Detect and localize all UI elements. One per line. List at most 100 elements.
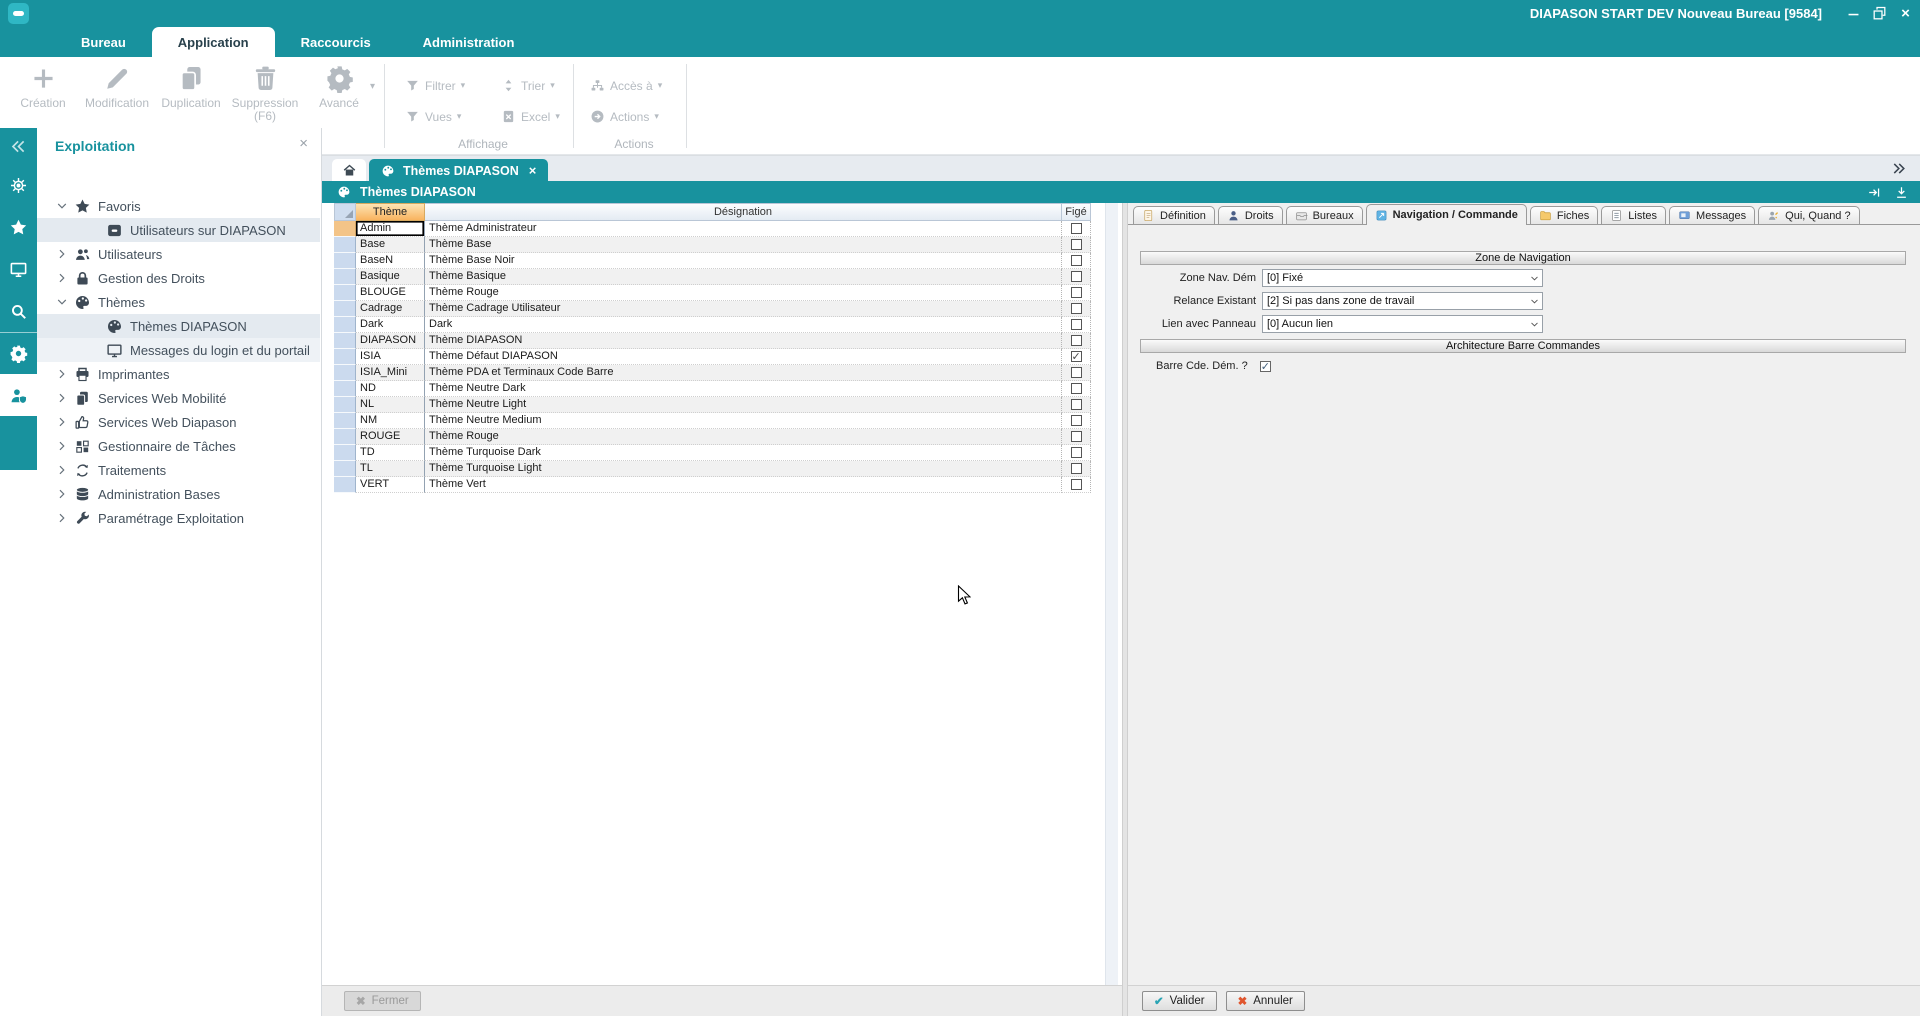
dropdown-arrow-icon[interactable]: ▾ [658, 80, 663, 91]
row-selector-cell[interactable] [334, 269, 356, 285]
goto-end-icon[interactable] [1867, 185, 1882, 200]
row-selector-cell[interactable] [334, 365, 356, 381]
table-row[interactable]: ND Thème Neutre Dark [334, 381, 1091, 397]
row-selector-cell[interactable] [334, 285, 356, 301]
fige-checkbox[interactable] [1071, 351, 1082, 362]
ribbon-small-button[interactable]: Vues ▾ [405, 109, 501, 124]
field-dropdown[interactable]: [0] Fixé [1262, 269, 1543, 287]
tree-item[interactable]: Gestion des Droits [37, 266, 320, 290]
row-selector-cell[interactable] [334, 445, 356, 461]
cell-designation[interactable]: Thème Turquoise Light [425, 461, 1062, 477]
cell-designation[interactable]: Thème Défaut DIAPASON [425, 349, 1062, 365]
cell-designation[interactable]: Thème Neutre Medium [425, 413, 1062, 429]
table-row[interactable]: BLOUGE Thème Rouge [334, 285, 1091, 301]
cell-fige[interactable] [1062, 317, 1091, 333]
cell-fige[interactable] [1062, 461, 1091, 477]
rail-icon-button[interactable] [0, 248, 37, 290]
row-selector-cell[interactable] [334, 381, 356, 397]
row-selector-cell[interactable] [334, 413, 356, 429]
fige-checkbox[interactable] [1071, 319, 1082, 330]
row-selector-cell[interactable] [334, 349, 356, 365]
table-row[interactable]: NL Thème Neutre Light [334, 397, 1091, 413]
cell-theme[interactable]: Cadrage [356, 301, 425, 317]
detail-tab[interactable]: Qui, Quand ? [1758, 206, 1859, 224]
document-tab-active[interactable]: Thèmes DIAPASON × [369, 159, 548, 182]
download-icon[interactable] [1894, 185, 1909, 200]
fige-checkbox[interactable] [1071, 223, 1082, 234]
cell-fige[interactable] [1062, 381, 1091, 397]
tree-item[interactable]: Services Web Diapason [37, 410, 320, 434]
row-selector-cell[interactable] [334, 221, 356, 237]
valider-button[interactable]: ✔ Valider [1142, 991, 1217, 1011]
column-header-fige[interactable]: Figé [1062, 203, 1091, 221]
column-header-theme[interactable]: Thème [356, 203, 425, 221]
cell-fige[interactable] [1062, 413, 1091, 429]
cell-theme[interactable]: NL [356, 397, 425, 413]
field-dropdown[interactable]: [0] Aucun lien [1262, 315, 1543, 333]
table-row[interactable]: TD Thème Turquoise Dark [334, 445, 1091, 461]
tree-item[interactable]: Gestionnaire de Tâches [37, 434, 320, 458]
ribbon-small-button[interactable]: Trier ▾ [501, 78, 571, 93]
fige-checkbox[interactable] [1071, 367, 1082, 378]
ribbon-small-button[interactable]: Filtrer ▾ [405, 78, 501, 93]
fige-checkbox[interactable] [1071, 399, 1082, 410]
tree-item[interactable]: Traitements [37, 458, 320, 482]
cell-designation[interactable]: Thème Cadrage Utilisateur [425, 301, 1062, 317]
row-selector-cell[interactable] [334, 237, 356, 253]
expand-chevron-icon[interactable] [55, 367, 69, 381]
cell-fige[interactable] [1062, 269, 1091, 285]
cell-theme[interactable]: Dark [356, 317, 425, 333]
cell-fige[interactable] [1062, 253, 1091, 269]
cell-theme[interactable]: DIAPASON [356, 333, 425, 349]
row-selector-cell[interactable] [334, 317, 356, 333]
expand-chevron-icon[interactable] [55, 199, 69, 213]
table-row[interactable]: Cadrage Thème Cadrage Utilisateur [334, 301, 1091, 317]
expand-chevron-icon[interactable] [55, 511, 69, 525]
tree-item[interactable]: Messages du login et du portail [37, 338, 320, 362]
cell-theme[interactable]: ISIA [356, 349, 425, 365]
chevron-down-icon[interactable] [1529, 319, 1540, 330]
cell-theme[interactable]: Admin [356, 221, 425, 237]
fige-checkbox[interactable] [1071, 431, 1082, 442]
fige-checkbox[interactable] [1071, 447, 1082, 458]
cell-designation[interactable]: Thème DIAPASON [425, 333, 1062, 349]
cell-fige[interactable] [1062, 333, 1091, 349]
ribbon-tab[interactable]: Raccourcis [275, 27, 397, 57]
ribbon-small-button[interactable]: Accès à ▾ [590, 78, 682, 93]
ribbon-tab[interactable]: Application [152, 27, 275, 57]
row-selector-cell[interactable] [334, 301, 356, 317]
annuler-button[interactable]: ✖ Annuler [1226, 991, 1305, 1011]
table-row[interactable]: TL Thème Turquoise Light [334, 461, 1091, 477]
detail-tab[interactable]: Listes [1601, 206, 1666, 224]
cell-fige[interactable] [1062, 365, 1091, 381]
vertical-scrollbar[interactable] [1105, 203, 1118, 985]
cell-fige[interactable] [1062, 221, 1091, 237]
cell-theme[interactable]: TL [356, 461, 425, 477]
rail-icon-button[interactable] [0, 206, 37, 248]
dropdown-arrow-icon[interactable]: ▾ [461, 80, 466, 91]
cell-designation[interactable]: Thème Neutre Light [425, 397, 1062, 413]
tree-item[interactable]: Paramétrage Exploitation [37, 506, 320, 530]
dropdown-arrow-icon[interactable]: ▾ [555, 111, 560, 122]
table-row[interactable]: NM Thème Neutre Medium [334, 413, 1091, 429]
cell-designation[interactable]: Thème Turquoise Dark [425, 445, 1062, 461]
column-header-designation[interactable]: Désignation [425, 203, 1062, 221]
cell-theme[interactable]: Base [356, 237, 425, 253]
dropdown-arrow-icon[interactable]: ▾ [550, 80, 555, 91]
cell-designation[interactable]: Thème Rouge [425, 429, 1062, 445]
rail-icon-button[interactable] [0, 374, 37, 416]
expand-chevron-icon[interactable] [55, 439, 69, 453]
cell-fige[interactable] [1062, 445, 1091, 461]
cell-designation[interactable]: Dark [425, 317, 1062, 333]
cell-theme[interactable]: BaseN [356, 253, 425, 269]
cell-theme[interactable]: ND [356, 381, 425, 397]
cell-theme[interactable]: ROUGE [356, 429, 425, 445]
fige-checkbox[interactable] [1071, 271, 1082, 282]
expand-chevron-icon[interactable] [55, 247, 69, 261]
detail-tab[interactable]: Bureaux [1286, 206, 1363, 224]
cell-fige[interactable] [1062, 349, 1091, 365]
expand-chevron-icon[interactable] [55, 415, 69, 429]
cell-designation[interactable]: Thème Vert [425, 477, 1062, 493]
cell-designation[interactable]: Thème Basique [425, 269, 1062, 285]
field-dropdown[interactable]: [2] Si pas dans zone de travail [1262, 292, 1543, 310]
